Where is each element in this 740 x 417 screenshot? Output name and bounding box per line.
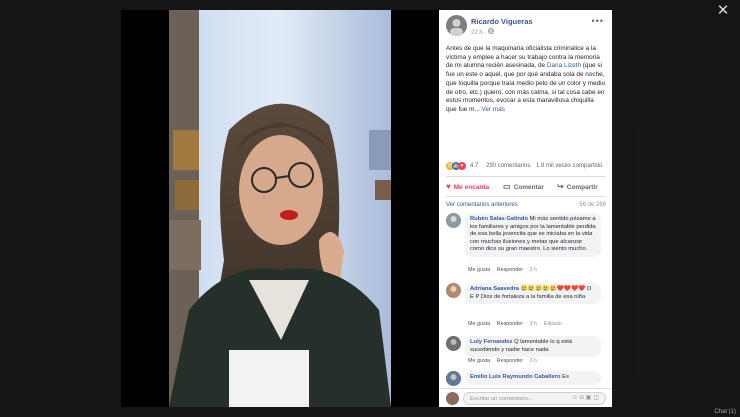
comment-composer: Escribe un comentario... ☺◘▣◫ <box>439 388 612 407</box>
comment-bubble: Luly Fernandez Q lamentable lo q está su… <box>465 336 601 358</box>
heart-icon: ♥ <box>446 182 451 191</box>
love-label: Me encanta <box>453 184 490 191</box>
close-icon[interactable]: ✕ <box>714 2 732 20</box>
share-label: Compartir <box>566 184 598 191</box>
commenter-avatar[interactable] <box>446 371 461 386</box>
commenter-avatar[interactable] <box>446 336 461 351</box>
reply-link[interactable]: Responder <box>497 358 523 364</box>
post-photo <box>169 10 391 407</box>
chat-indicator[interactable]: Chat (1) <box>714 409 736 415</box>
comment-bubble: Emilio Luis Raymundo Caballero Es <box>465 371 601 385</box>
author-avatar[interactable] <box>446 15 467 36</box>
divider <box>446 176 606 177</box>
commenter-name[interactable]: Adriana Saavedra <box>470 286 519 292</box>
post-actions: ♥ Me encanta ▭ Comentar ↪ Compartir <box>446 179 606 193</box>
reply-link[interactable]: Responder <box>497 267 523 273</box>
emoji-icon[interactable]: ☺ <box>572 395 580 401</box>
comment-actions: Me gusta Responder 3 h <box>468 267 542 273</box>
comment-time[interactable]: 3 h <box>530 321 538 327</box>
see-more-link[interactable]: Ver más <box>480 106 505 113</box>
love-reaction-icon: ♥ <box>458 162 466 170</box>
view-previous-comments-link[interactable]: Ver comentarios anteriores <box>446 202 518 208</box>
tagged-name-link[interactable]: Dana Lizeth <box>547 62 581 69</box>
photo-stage[interactable] <box>121 10 439 407</box>
selfie-image <box>169 10 391 407</box>
current-user-avatar <box>446 392 459 405</box>
post-text-part-2: (que si fue un este o aquel, que por qué… <box>446 62 606 113</box>
commenter-name[interactable]: Emilio Luis Raymundo Caballero <box>470 374 561 380</box>
comment-label: Comentar <box>513 184 544 191</box>
reaction-count[interactable]: 4.7 <box>470 163 478 169</box>
reactions-summary[interactable]: ☹👍♥ 4.7 290 comentarios 1.8 mil veces co… <box>446 161 608 173</box>
commenter-avatar[interactable] <box>446 213 461 228</box>
comment-input[interactable]: Escribe un comentario... ☺◘▣◫ <box>463 392 606 405</box>
comment-actions: Me gusta Responder 3 h <box>468 358 542 364</box>
like-comment-link[interactable]: Me gusta <box>468 321 490 327</box>
more-options-button[interactable]: ••• <box>592 16 604 26</box>
sticker-icon[interactable]: ◫ <box>593 395 601 401</box>
post-text: Antes de que la maquinaria oficialista c… <box>446 45 606 115</box>
commenter-name[interactable]: Rubén Salas Galindo <box>470 216 528 222</box>
comments-page-count: 56 de 268 <box>579 202 606 208</box>
share-icon: ↪ <box>557 182 564 191</box>
comment-text: Es <box>560 374 569 380</box>
comment-button[interactable]: ▭ Comentar <box>503 182 544 191</box>
comment-actions: Me gusta Responder 3 h Editado <box>468 321 567 327</box>
reply-link[interactable]: Responder <box>497 321 523 327</box>
commenter-avatar[interactable] <box>446 283 461 298</box>
author-name[interactable]: Ricardo Vigueras <box>471 17 533 26</box>
post-header: Ricardo Vigueras 22 h · ••• <box>439 10 612 40</box>
post-time[interactable]: 22 h <box>471 30 483 36</box>
shares-count[interactable]: 1.8 mil veces compartido <box>536 163 602 169</box>
like-comment-link[interactable]: Me gusta <box>468 358 490 364</box>
comment-time[interactable]: 3 h <box>530 358 538 364</box>
globe-icon-shape <box>488 28 494 34</box>
comments-count[interactable]: 290 comentarios <box>486 163 530 169</box>
post-meta: 22 h · <box>471 28 494 36</box>
composer-icons: ☺◘▣◫ <box>572 395 601 401</box>
post-side-panel: Ricardo Vigueras 22 h · ••• Antes de que… <box>439 10 612 407</box>
divider <box>446 196 606 197</box>
commenter-name[interactable]: Luly Fernandez <box>470 339 513 345</box>
love-button[interactable]: ♥ Me encanta <box>446 182 489 191</box>
share-button[interactable]: ↪ Compartir <box>557 182 598 191</box>
comment-bubble: Rubén Salas Galindo Mi más sentido pésam… <box>465 213 601 257</box>
like-comment-link[interactable]: Me gusta <box>468 267 490 273</box>
reaction-icons: ☹👍♥ <box>446 162 466 170</box>
globe-icon: · <box>484 30 487 36</box>
comment-bubble: Adriana Saavedra 😢😢😢😢😢❤️❤️❤️❤️ D E P Dio… <box>465 283 601 305</box>
comment-time[interactable]: 3 h <box>530 267 538 273</box>
comment-input-placeholder: Escribe un comentario... <box>470 396 533 402</box>
edited-label[interactable]: Editado <box>544 321 562 327</box>
comment-icon: ▭ <box>503 182 511 191</box>
